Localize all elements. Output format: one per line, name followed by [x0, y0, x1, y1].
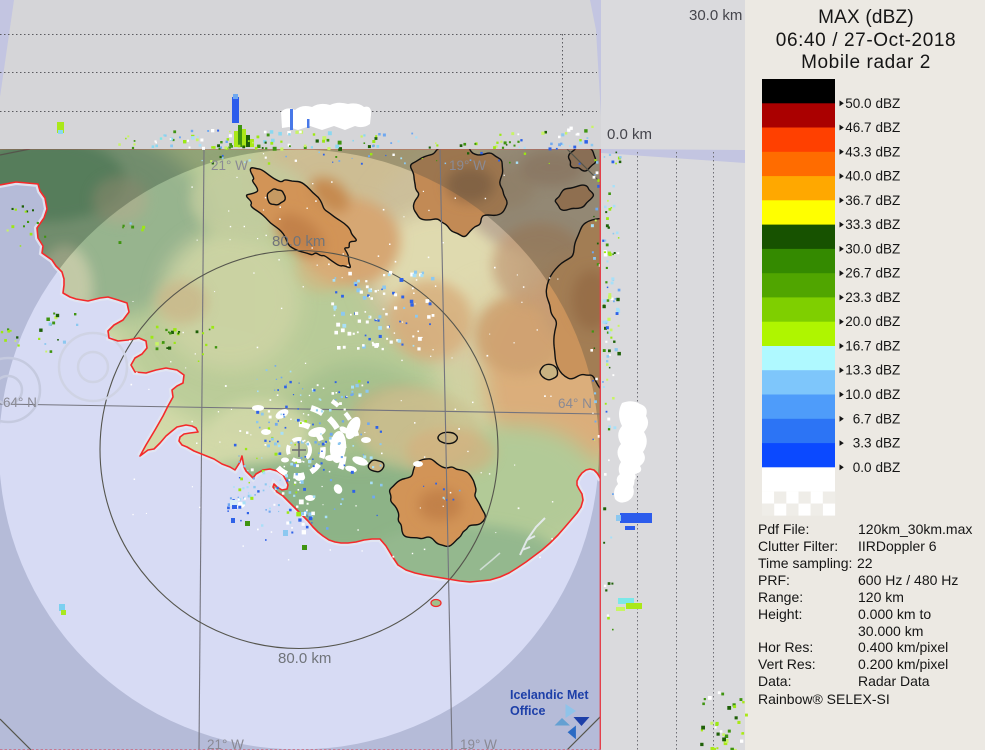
- svg-text:Icelandic Met: Icelandic Met: [510, 688, 589, 702]
- svg-text:64° N: 64° N: [3, 395, 37, 410]
- svg-text:dBZ: dBZ: [876, 96, 901, 111]
- svg-text:80.0 km: 80.0 km: [278, 650, 331, 667]
- svg-text:dBZ: dBZ: [876, 241, 901, 256]
- svg-text:PRF:: PRF:: [758, 572, 790, 588]
- svg-text:20.0: 20.0: [845, 314, 871, 329]
- svg-text:30.0 km: 30.0 km: [689, 7, 742, 24]
- svg-text:Time sampling:: Time sampling:: [758, 555, 852, 571]
- svg-text:dBZ: dBZ: [876, 144, 901, 159]
- svg-text:30.000 km: 30.000 km: [858, 623, 923, 639]
- svg-text:16.7: 16.7: [845, 339, 871, 354]
- svg-text:Clutter Filter:: Clutter Filter:: [758, 538, 838, 554]
- svg-text:dBZ: dBZ: [876, 460, 901, 475]
- svg-text:50.0: 50.0: [845, 96, 871, 111]
- svg-text:19° W: 19° W: [460, 737, 497, 750]
- svg-text:Range:: Range:: [758, 589, 803, 605]
- svg-text:120 km: 120 km: [858, 589, 904, 605]
- svg-text:Rainbow® SELEX-SI: Rainbow® SELEX-SI: [758, 691, 890, 707]
- svg-text:23.3: 23.3: [845, 290, 871, 305]
- svg-text:Pdf File:: Pdf File:: [758, 521, 809, 537]
- svg-text:dBZ: dBZ: [876, 339, 901, 354]
- svg-text:dBZ: dBZ: [876, 169, 901, 184]
- svg-text:21° W: 21° W: [211, 158, 248, 173]
- svg-text:0.400 km/pixel: 0.400 km/pixel: [858, 639, 948, 655]
- svg-text:13.3: 13.3: [845, 363, 871, 378]
- svg-text:64° N: 64° N: [558, 396, 592, 411]
- svg-text:dBZ: dBZ: [876, 193, 901, 208]
- svg-text:21° W: 21° W: [207, 737, 244, 750]
- svg-text:dBZ: dBZ: [876, 363, 901, 378]
- svg-text:Hor Res:: Hor Res:: [758, 639, 813, 655]
- svg-text:0.000 km to: 0.000 km to: [858, 606, 931, 622]
- svg-text:46.7: 46.7: [845, 120, 871, 135]
- svg-text:dBZ: dBZ: [876, 120, 901, 135]
- svg-text:dBZ: dBZ: [876, 314, 901, 329]
- svg-text:19° W: 19° W: [449, 158, 486, 173]
- svg-text:6.7: 6.7: [853, 411, 872, 426]
- svg-text:dBZ: dBZ: [876, 387, 901, 402]
- svg-text:Mobile radar 2: Mobile radar 2: [801, 52, 931, 73]
- svg-text:120km_30km.max: 120km_30km.max: [858, 521, 972, 537]
- svg-text:dBZ: dBZ: [876, 266, 901, 281]
- svg-text:06:40 / 27-Oct-2018: 06:40 / 27-Oct-2018: [776, 30, 956, 51]
- svg-text:dBZ: dBZ: [876, 217, 901, 232]
- svg-text:26.7: 26.7: [845, 266, 871, 281]
- svg-text:33.3: 33.3: [845, 217, 871, 232]
- svg-text:dBZ: dBZ: [876, 411, 901, 426]
- svg-text:MAX (dBZ): MAX (dBZ): [818, 7, 914, 28]
- svg-text:3.3: 3.3: [853, 436, 872, 451]
- svg-text:30.0: 30.0: [845, 241, 871, 256]
- svg-text:Office: Office: [510, 704, 545, 718]
- svg-text:dBZ: dBZ: [876, 290, 901, 305]
- svg-text:Height:: Height:: [758, 606, 802, 622]
- svg-text:dBZ: dBZ: [876, 436, 901, 451]
- svg-text:0.0: 0.0: [853, 460, 872, 475]
- svg-text:40.0: 40.0: [845, 169, 871, 184]
- svg-text:80.0 km: 80.0 km: [272, 233, 325, 250]
- svg-text:0.200 km/pixel: 0.200 km/pixel: [858, 656, 948, 672]
- svg-text:22: 22: [857, 555, 873, 571]
- svg-text:10.0: 10.0: [845, 387, 871, 402]
- svg-text:600 Hz / 480 Hz: 600 Hz / 480 Hz: [858, 572, 958, 588]
- svg-text:Radar Data: Radar Data: [858, 673, 930, 689]
- svg-text:IIRDoppler 6: IIRDoppler 6: [858, 538, 937, 554]
- svg-text:0.0 km: 0.0 km: [607, 126, 652, 143]
- svg-text:Data:: Data:: [758, 673, 791, 689]
- svg-text:Vert Res:: Vert Res:: [758, 656, 816, 672]
- svg-text:36.7: 36.7: [845, 193, 871, 208]
- svg-text:43.3: 43.3: [845, 144, 871, 159]
